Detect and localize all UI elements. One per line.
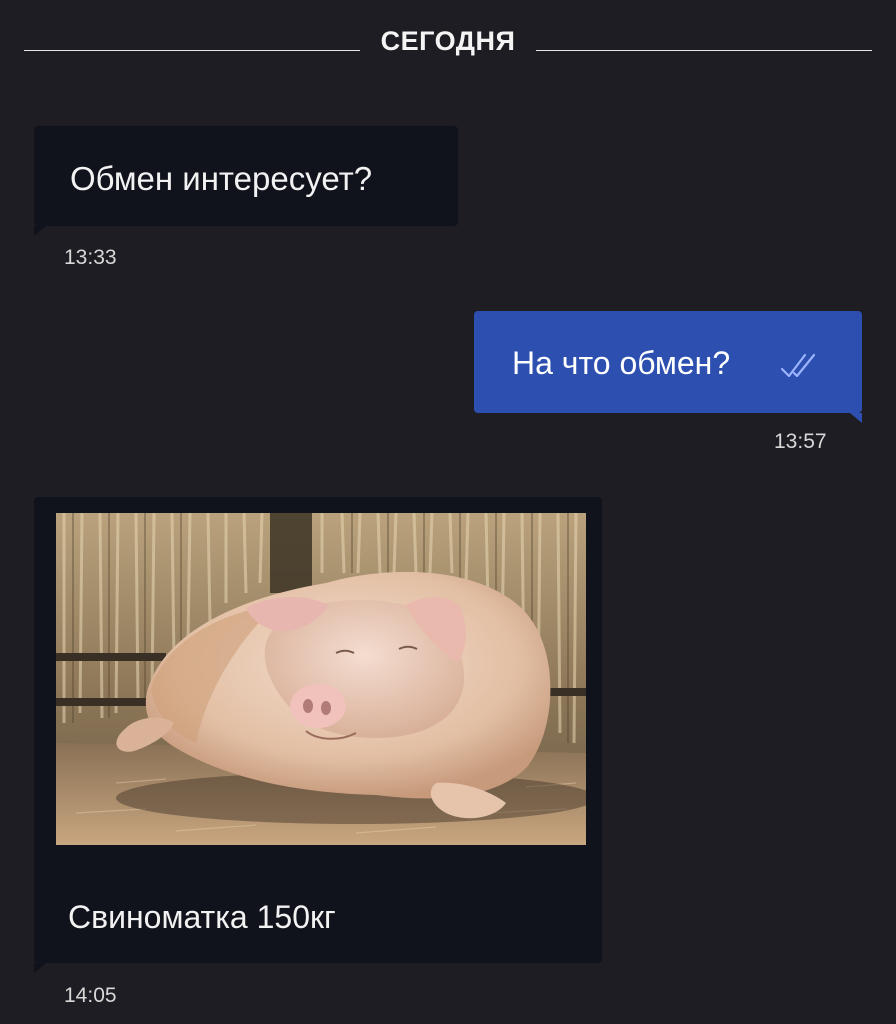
message-timestamp: 14:05 [64,984,117,1007]
double-check-icon [778,351,822,379]
outgoing-message-bubble[interactable]: На что обмен? [474,311,862,423]
message-timestamp: 13:33 [64,246,117,269]
divider-line-right [536,50,872,51]
pig-photo[interactable] [56,513,586,845]
date-divider-label: СЕГОДНЯ [380,26,516,56]
incoming-photo-message[interactable]: Свиноматка 150кг [34,497,602,973]
message-text: На что обмен? [512,345,731,381]
date-divider: СЕГОДНЯ [24,24,872,64]
photo-caption: Свиноматка 150кг [68,899,336,935]
message-timestamp: 13:57 [774,430,827,453]
message-text: Обмен интересует? [70,160,373,197]
divider-line-left [24,50,360,51]
incoming-message-bubble[interactable]: Обмен интересует? [34,126,458,236]
